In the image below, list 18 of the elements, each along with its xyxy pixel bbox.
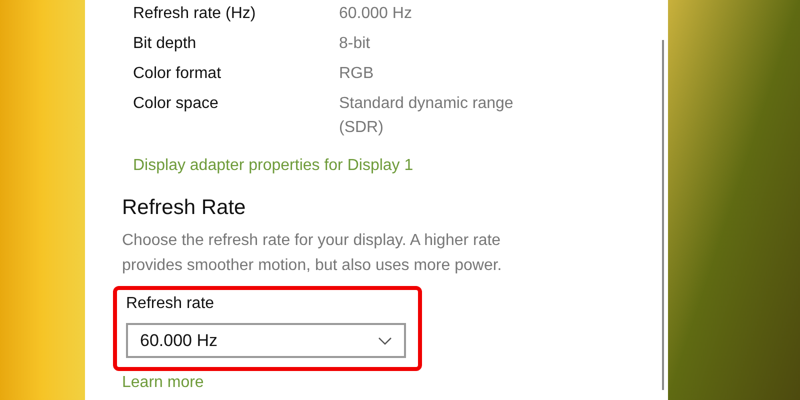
property-label: Color format <box>133 64 222 84</box>
property-label: Refresh rate (Hz) <box>133 4 257 24</box>
property-value: Standard dynamic range <box>339 94 514 114</box>
refresh-rate-dropdown[interactable]: 60.000 Hz <box>126 323 406 358</box>
property-value: (SDR) <box>339 118 384 138</box>
section-description: Choose the refresh rate for your display. A higher rate <box>122 231 502 251</box>
property-label: Bit depth <box>133 34 198 54</box>
field-label: Refresh rate <box>126 294 216 314</box>
section-description: provides smoother motion, but also uses more power. <box>122 256 503 276</box>
section-heading: Refresh Rate <box>122 195 247 221</box>
property-label: Color space <box>133 94 220 114</box>
adapter-properties-link[interactable]: Display adapter properties for Display 1 <box>133 154 414 178</box>
property-value: 60.000 Hz <box>339 4 412 24</box>
chevron-down-icon <box>378 336 392 344</box>
learn-more-link[interactable]: Learn more <box>122 371 204 395</box>
scrollbar[interactable] <box>662 40 664 390</box>
property-value: RGB <box>339 64 374 84</box>
property-value: 8-bit <box>339 34 370 54</box>
